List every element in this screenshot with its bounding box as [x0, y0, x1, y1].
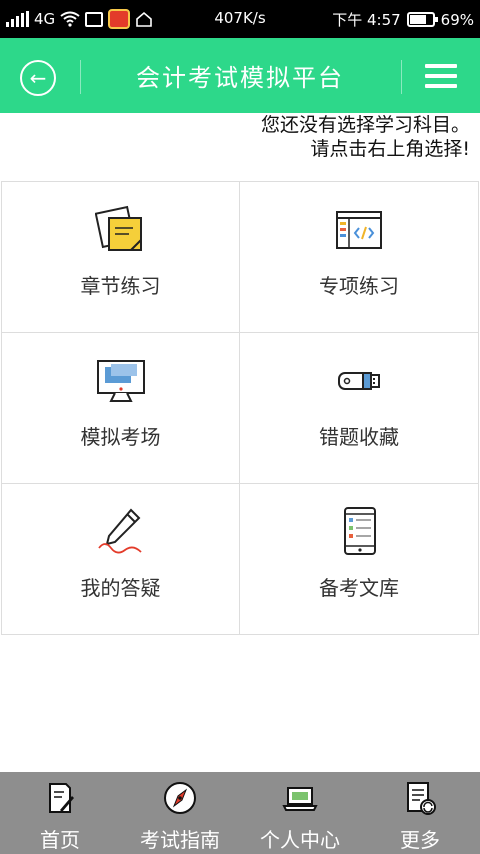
tab-label: 更多: [400, 828, 440, 852]
arrow-left-icon: ←: [29, 66, 47, 90]
monitor-icon: [96, 360, 145, 402]
grid-item-label: 模拟考场: [80, 425, 161, 449]
grid-item-label: 错题收藏: [319, 425, 399, 449]
grid-item-mistake-collection[interactable]: 错题收藏: [240, 333, 479, 484]
grid-item-label: 备考文库: [319, 576, 399, 600]
grid-item-label: 章节练习: [80, 274, 161, 298]
tab-more[interactable]: 更多: [360, 772, 480, 854]
grid-item-chapter-practice[interactable]: 章节练习: [1, 182, 240, 333]
tab-personal-center[interactable]: 个人中心: [240, 772, 360, 854]
laptop-icon: [282, 787, 318, 811]
clock: 下午 4:57: [332, 11, 401, 29]
battery-icon: [406, 12, 438, 27]
app-bar: ← 会计考试模拟平台: [0, 38, 480, 113]
grid-item-label: 我的答疑: [80, 576, 161, 600]
subject-notice: 您还没有选择学习科目。 请点击右上角选择!: [261, 113, 470, 161]
tab-label: 考试指南: [140, 828, 220, 852]
status-bar: 4G 407K/s 下午 4:57 69%: [0, 0, 480, 38]
compass-icon: [164, 782, 196, 814]
notice-line-1: 您还没有选择学习科目。: [260, 114, 470, 136]
menu-button[interactable]: [425, 64, 457, 88]
tab-label: 个人中心: [260, 828, 340, 852]
usb-drive-icon: [338, 372, 380, 390]
battery-level: 69%: [440, 10, 474, 29]
page-title: 会计考试模拟平台: [136, 64, 344, 92]
grid-item-special-practice[interactable]: 专项练习: [240, 182, 479, 333]
grid-item-label: 专项练习: [319, 274, 399, 298]
header-divider-right: [401, 60, 402, 94]
tab-label: 首页: [40, 828, 80, 852]
sticky-note-icon: [94, 205, 142, 251]
status-right: 下午 4:57 69%: [332, 9, 474, 30]
tab-exam-guide[interactable]: 考试指南: [120, 772, 240, 854]
list-refresh-icon: [407, 782, 436, 815]
grid-item-mock-exam[interactable]: 模拟考场: [1, 333, 240, 484]
tab-home[interactable]: 首页: [0, 772, 120, 854]
hamburger-icon-bar: [425, 84, 457, 88]
feature-grid: 章节练习 专项练习 模拟考场 错题收藏 我的答疑 备考文库: [1, 181, 479, 635]
document-pen-icon: [49, 783, 74, 813]
hamburger-icon-bar: [425, 64, 457, 68]
grid-item-exam-library[interactable]: 备考文库: [240, 484, 479, 635]
bottom-nav: 首页 考试指南 个人中心 更多: [0, 772, 480, 854]
tablet-icon: [344, 507, 376, 555]
grid-item-my-qa[interactable]: 我的答疑: [1, 484, 240, 635]
back-button[interactable]: ←: [20, 60, 56, 96]
hamburger-icon-bar: [425, 74, 457, 78]
notice-line-2: 请点击右上角选择!: [310, 138, 470, 160]
pen-icon: [97, 508, 142, 554]
code-window-icon: [336, 211, 382, 249]
